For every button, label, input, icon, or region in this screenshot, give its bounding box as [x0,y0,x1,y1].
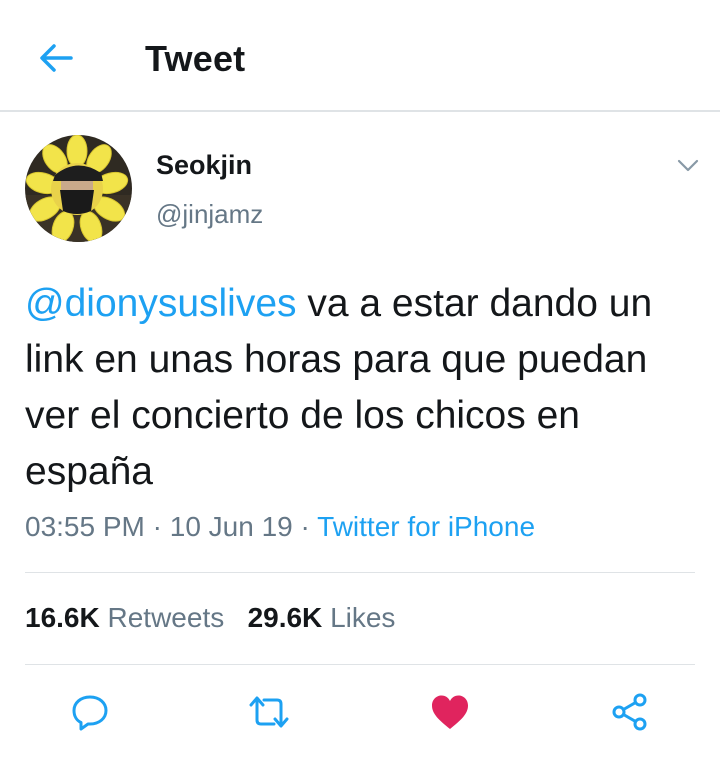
divider [25,664,695,665]
tweet-date: 10 Jun 19 [169,511,293,542]
share-icon [612,693,647,731]
author-handle[interactable]: @jinjamz [156,199,263,230]
tweet-source-link[interactable]: Twitter for iPhone [317,511,535,542]
like-button[interactable] [426,690,474,734]
tweet-time: 03:55 PM [25,511,145,542]
top-bar: Tweet [0,0,720,112]
divider [25,572,695,573]
retweets-count: 16.6K [25,602,100,633]
page-title: Tweet [145,38,246,79]
mention-link[interactable]: @dionysuslives [25,282,297,325]
share-button[interactable] [606,690,654,734]
tweet-stats: 16.6K Retweets 29.6K Likes [25,602,395,634]
reply-button[interactable] [66,690,114,734]
chevron-down-icon [677,159,699,172]
meta-separator: · [152,511,162,542]
author-display-name[interactable]: Seokjin [156,150,252,181]
heart-icon [432,695,468,729]
tweet-menu-button[interactable] [670,150,706,182]
retweets-stat[interactable]: 16.6K Retweets [25,602,224,633]
tweet-text: @dionysuslives va a estar dando un link … [25,276,705,500]
arrow-left-icon [40,44,73,72]
back-button[interactable] [30,34,82,82]
tweet-meta: 03:55 PM · 10 Jun 19 · Twitter for iPhon… [25,511,535,543]
likes-stat[interactable]: 29.6K Likes [248,602,396,633]
meta-separator: · [300,511,310,542]
likes-label: Likes [330,602,396,633]
retweet-icon [249,696,289,728]
retweets-label: Retweets [107,602,225,633]
reply-icon [72,695,108,731]
likes-count: 29.6K [247,602,323,633]
avatar[interactable] [25,135,132,242]
retweet-button[interactable] [245,690,293,734]
